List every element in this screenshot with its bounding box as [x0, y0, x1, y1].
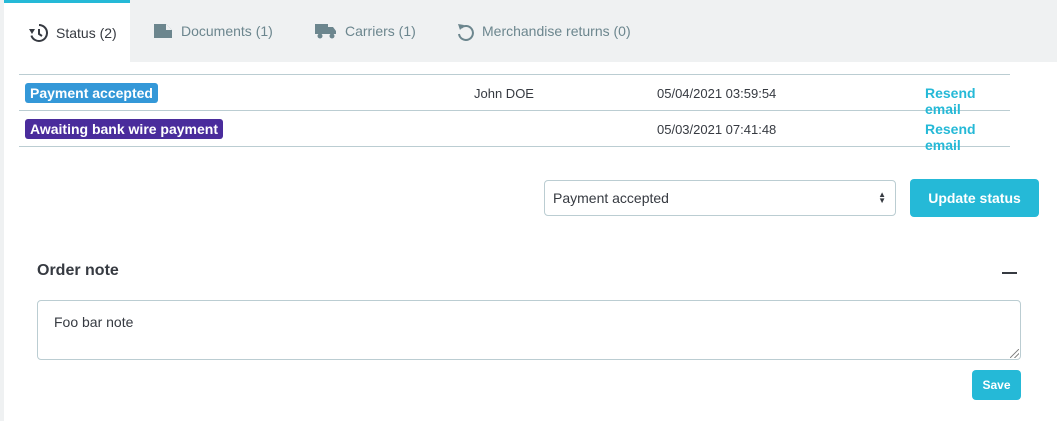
collapse-icon[interactable] — [1002, 272, 1017, 274]
history-icon — [28, 23, 48, 43]
status-badge: Payment accepted — [25, 83, 158, 103]
order-tabs: Status (2) Documents (1) Carriers (1) Me… — [0, 0, 1057, 62]
order-note-textarea[interactable]: Foo bar note — [37, 300, 1021, 360]
tab-merchandise-returns[interactable]: Merchandise returns (0) — [456, 0, 631, 62]
status-panel: Payment accepted John DOE 05/04/2021 03:… — [4, 62, 1057, 421]
tab-documents[interactable]: Documents (1) — [153, 0, 273, 62]
status-history-table: Payment accepted John DOE 05/04/2021 03:… — [19, 74, 1010, 153]
order-note-text: Foo bar note — [54, 314, 134, 330]
select-caret-icon: ▲ ▼ — [878, 190, 886, 205]
table-row: Awaiting bank wire payment 05/03/2021 07… — [19, 111, 1010, 153]
resend-email-link[interactable]: Resend email — [925, 121, 1010, 153]
employee-name: John DOE — [474, 86, 534, 101]
save-note-button[interactable]: Save — [972, 370, 1021, 400]
undo-icon — [456, 21, 474, 41]
truck-icon — [315, 23, 337, 39]
tab-documents-label: Documents (1) — [181, 23, 273, 39]
tab-status-label: Status (2) — [56, 24, 117, 41]
update-status-button[interactable]: Update status — [910, 179, 1039, 217]
resize-grip-icon[interactable] — [1010, 349, 1019, 358]
table-row: Payment accepted John DOE 05/04/2021 03:… — [19, 75, 1010, 117]
tab-carriers-label: Carriers (1) — [345, 23, 416, 39]
status-date: 05/03/2021 07:41:48 — [657, 122, 777, 137]
status-date: 05/04/2021 03:59:54 — [657, 86, 777, 101]
tab-merchandise-returns-label: Merchandise returns (0) — [482, 23, 631, 39]
tab-status[interactable]: Status (2) — [4, 0, 130, 62]
order-note-title: Order note — [37, 262, 119, 279]
tab-carriers[interactable]: Carriers (1) — [315, 0, 416, 62]
order-status-select-value: Payment accepted — [553, 190, 669, 206]
folder-icon — [153, 23, 173, 39]
order-status-select[interactable]: Payment accepted ▲ ▼ — [544, 180, 896, 216]
status-badge: Awaiting bank wire payment — [25, 119, 224, 139]
